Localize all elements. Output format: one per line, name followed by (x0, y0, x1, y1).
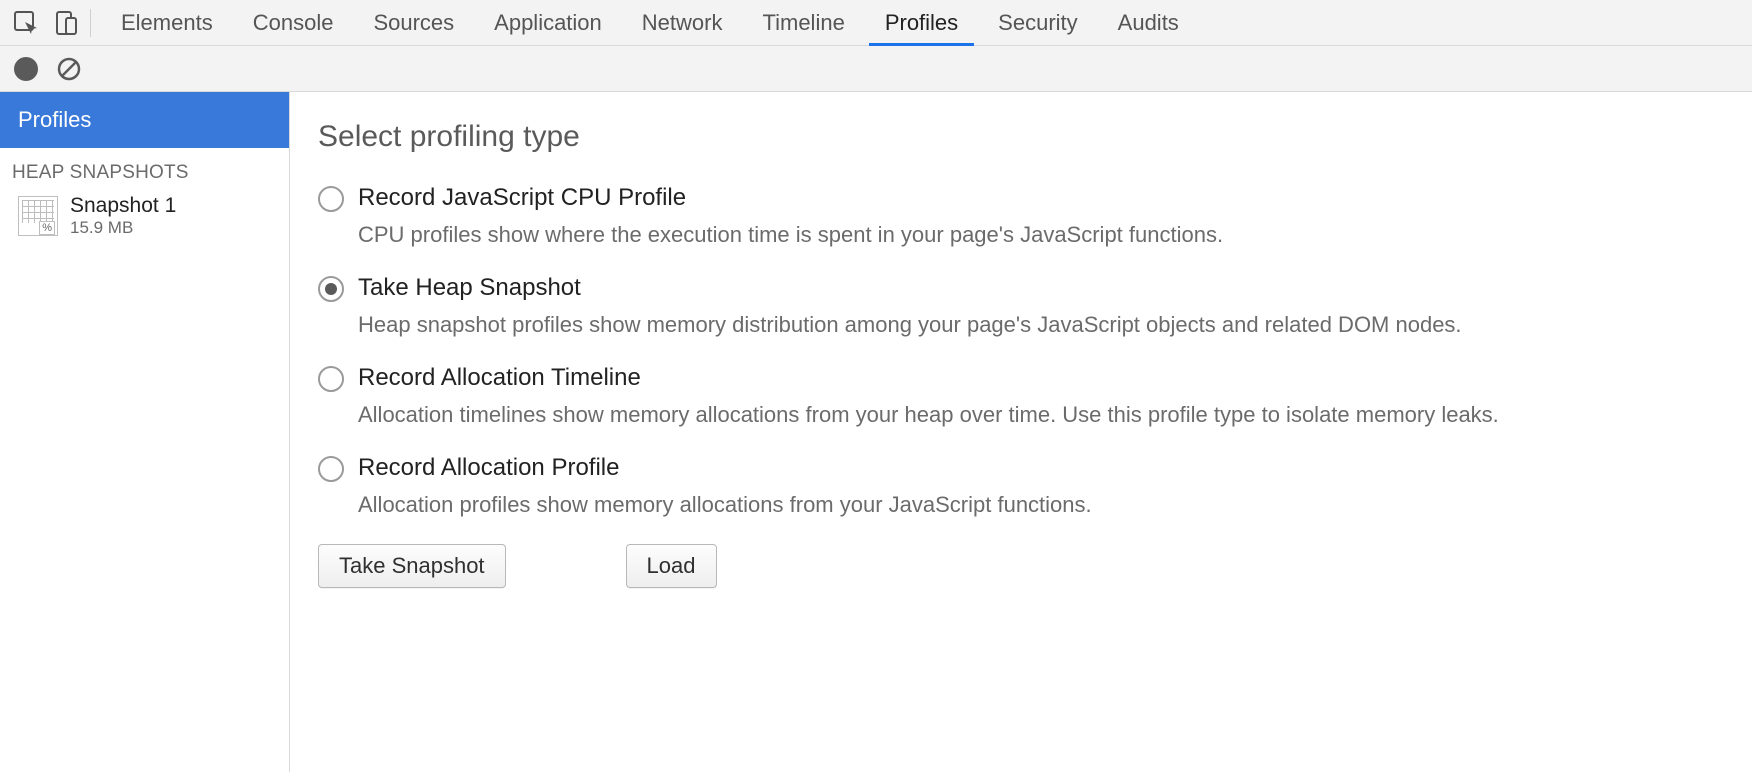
sidebar-section-profiles[interactable]: Profiles (0, 92, 289, 148)
take-snapshot-button[interactable]: Take Snapshot (318, 544, 506, 588)
tab-network[interactable]: Network (628, 0, 737, 45)
option-desc: Allocation timelines show memory allocat… (358, 402, 1499, 428)
tab-sources[interactable]: Sources (359, 0, 468, 45)
option-label: Record JavaScript CPU Profile (358, 184, 1223, 212)
option-texts: Record Allocation Timeline Allocation ti… (358, 364, 1499, 428)
option-texts: Record Allocation Profile Allocation pro… (358, 454, 1092, 518)
option-label: Take Heap Snapshot (358, 274, 1462, 302)
radio-icon[interactable] (318, 186, 344, 212)
tab-elements[interactable]: Elements (107, 0, 227, 45)
option-desc: CPU profiles show where the execution ti… (358, 222, 1223, 248)
inspect-element-icon[interactable] (6, 1, 46, 45)
snapshot-title: Snapshot 1 (70, 194, 176, 217)
option-texts: Take Heap Snapshot Heap snapshot profile… (358, 274, 1462, 338)
radio-icon[interactable] (318, 276, 344, 302)
tab-label: Security (998, 10, 1077, 36)
profiles-main: Select profiling type Record JavaScript … (290, 92, 1752, 772)
radio-icon[interactable] (318, 456, 344, 482)
profiles-body: Profiles HEAP SNAPSHOTS Snapshot 1 15.9 … (0, 92, 1752, 772)
radio-icon[interactable] (318, 366, 344, 392)
tab-label: Sources (373, 10, 454, 36)
snapshot-text: Snapshot 1 15.9 MB (70, 194, 176, 238)
tab-timeline[interactable]: Timeline (748, 0, 858, 45)
option-texts: Record JavaScript CPU Profile CPU profil… (358, 184, 1223, 248)
sidebar-section-label: Profiles (18, 107, 91, 133)
separator (90, 9, 91, 37)
button-row: Take Snapshot Load (318, 544, 1730, 588)
tab-security[interactable]: Security (984, 0, 1091, 45)
load-button[interactable]: Load (626, 544, 717, 588)
tab-label: Elements (121, 10, 213, 36)
option-record-allocation-profile[interactable]: Record Allocation Profile Allocation pro… (318, 454, 1730, 518)
profiles-sidebar: Profiles HEAP SNAPSHOTS Snapshot 1 15.9 … (0, 92, 290, 772)
heap-snapshot-icon (18, 196, 58, 236)
tab-console[interactable]: Console (239, 0, 348, 45)
page-title: Select profiling type (318, 120, 1730, 154)
panel-tabs: Elements Console Sources Application Net… (101, 0, 1199, 45)
tab-label: Network (642, 10, 723, 36)
option-take-heap-snapshot[interactable]: Take Heap Snapshot Heap snapshot profile… (318, 274, 1730, 338)
devtools-tabbar: Elements Console Sources Application Net… (0, 0, 1752, 46)
snapshot-size: 15.9 MB (70, 219, 176, 238)
profiles-toolbar (0, 46, 1752, 92)
record-icon[interactable] (14, 57, 38, 81)
option-record-allocation-timeline[interactable]: Record Allocation Timeline Allocation ti… (318, 364, 1730, 428)
tab-profiles[interactable]: Profiles (871, 0, 972, 45)
option-desc: Allocation profiles show memory allocati… (358, 492, 1092, 518)
tab-label: Console (253, 10, 334, 36)
option-label: Record Allocation Timeline (358, 364, 1499, 392)
tab-label: Timeline (762, 10, 844, 36)
tab-audits[interactable]: Audits (1104, 0, 1193, 45)
option-record-cpu-profile[interactable]: Record JavaScript CPU Profile CPU profil… (318, 184, 1730, 248)
device-mode-icon[interactable] (46, 1, 86, 45)
sidebar-item-snapshot[interactable]: Snapshot 1 15.9 MB (0, 190, 289, 242)
tab-label: Audits (1118, 10, 1179, 36)
sidebar-group-heap-snapshots: HEAP SNAPSHOTS (0, 148, 289, 190)
clear-icon[interactable] (56, 56, 82, 82)
option-desc: Heap snapshot profiles show memory distr… (358, 312, 1462, 338)
tab-label: Application (494, 10, 602, 36)
tab-label: Profiles (885, 10, 958, 36)
option-label: Record Allocation Profile (358, 454, 1092, 482)
tab-application[interactable]: Application (480, 0, 616, 45)
